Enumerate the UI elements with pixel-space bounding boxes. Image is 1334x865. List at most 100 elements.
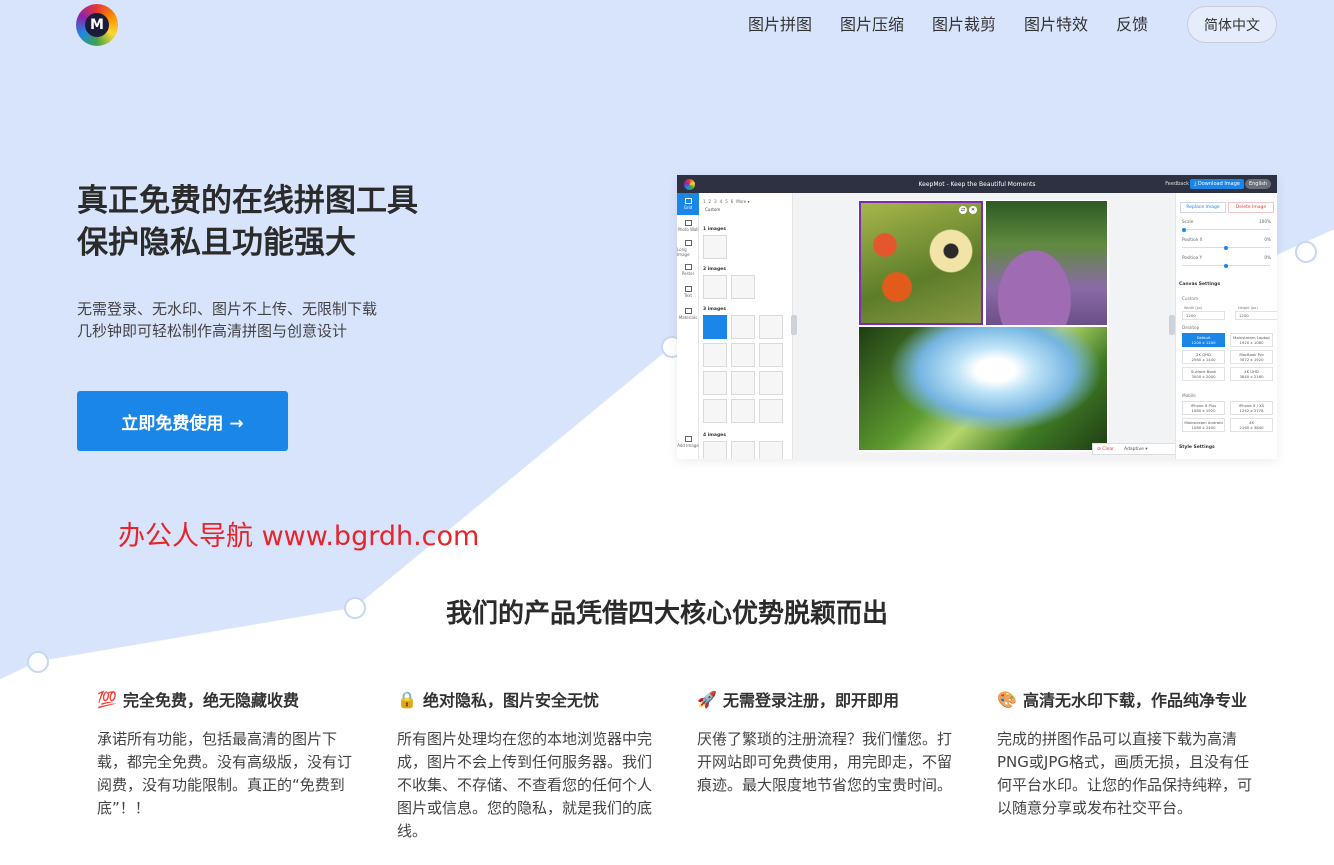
layout-tile [703, 399, 727, 423]
position-x-label: Position X [1182, 237, 1203, 242]
feature-card-no-login: 🚀 无需登录注册，即开即用 厌倦了繁琐的注册流程？我们懂您。打开网站即可免费使用… [697, 686, 967, 797]
features-heading: 我们的产品凭借四大核心优势脱颖而出 [445, 599, 888, 629]
tool-text: Text [677, 281, 699, 303]
grid-icon [684, 198, 692, 204]
collage-photo-flowers [986, 201, 1107, 325]
collage-photo-butterfly: ⇄ ✕ [859, 201, 983, 325]
layout-tile [759, 371, 783, 395]
feature-description: 所有图片处理均在您的本地浏览器中完成，图片不会上传到任何服务器。我们不收集、不存… [397, 730, 653, 840]
feature-card-hd-download: 🎨 高清无水印下载，作品纯净专业 完成的拼图作品可以直接下载为高清PNG或JPG… [997, 686, 1267, 820]
layout-tile [731, 343, 755, 367]
app-feedback-link: Feedback [1165, 181, 1189, 187]
layout-tile [703, 235, 727, 259]
replace-image-button: Replace Image [1180, 202, 1226, 213]
app-toolbar: Grid Photo Wall Long Image Poster Text M… [677, 193, 699, 459]
feature-description: 完成的拼图作品可以直接下载为高清PNG或JPG格式，画质无损，且没有任何平台水印… [997, 730, 1253, 817]
app-download-button: ⤓ Download Image [1190, 179, 1244, 189]
style-settings-heading: Style Settings [1179, 445, 1215, 450]
adaptive-select: Adaptive ▾ [1123, 446, 1148, 452]
clear-button: ⊘ Clear [1097, 446, 1114, 452]
feature-title: 完全免费，绝无隐藏收费 [123, 691, 300, 710]
count-tab: 5 [725, 199, 728, 204]
canvas-bottom-bar: ⊘ Clear Adaptive ▾ [1092, 443, 1177, 455]
nav-feedback[interactable]: 反馈 [1116, 14, 1148, 36]
hero-title-line1: 真正免费的在线拼图工具 [77, 183, 418, 219]
settings-panel: Replace Image Delete Image Scale 100% Po… [1175, 193, 1277, 459]
layout-tile [731, 275, 755, 299]
add-image-icon [684, 436, 692, 442]
nav-collage[interactable]: 图片拼图 [748, 14, 812, 36]
feature-heading: 🚀 无需登录注册，即开即用 [697, 686, 967, 712]
width-label: Width (px) [1184, 306, 1203, 310]
layout-tile [759, 315, 783, 339]
site-logo[interactable]: M [76, 4, 118, 46]
panel-collapse-handle [791, 315, 797, 335]
poster-icon [684, 264, 692, 270]
layout-panel: 1 2 3 4 5 6 More ▾ Custom 1 images 2 ima… [699, 193, 793, 459]
tool-label: Grid [683, 205, 693, 210]
nav-effects[interactable]: 图片特效 [1024, 14, 1088, 36]
layout-tile [703, 275, 727, 299]
position-x-value: 0% [1264, 237, 1271, 242]
mobile-label: Mobile [1182, 393, 1196, 398]
layout-tile [703, 371, 727, 395]
height-input: 1200 [1235, 311, 1277, 320]
slider-thumb [1182, 227, 1186, 232]
feature-description: 厌倦了繁琐的注册流程？我们懂您。打开网站即可免费使用，用完即走，不留痕迹。最大限… [697, 730, 953, 794]
start-free-button[interactable]: 立即免费使用 → [77, 391, 288, 451]
layout-tile [731, 441, 755, 459]
section-2-images: 2 images [703, 267, 726, 272]
position-y-slider [1182, 263, 1270, 268]
preset-option: Mainstream Android 1080 x 2400 [1182, 418, 1225, 432]
rocket-icon: 🚀 [697, 689, 717, 709]
materials-icon [684, 308, 692, 314]
tool-poster: Poster [677, 259, 699, 281]
nav-compress[interactable]: 图片压缩 [840, 14, 904, 36]
photo-controls: ⇄ ✕ [959, 206, 977, 214]
tool-long-image: Long Image [677, 237, 699, 259]
tool-materials: Materials [677, 303, 699, 325]
count-tab: 3 [714, 199, 717, 204]
long-image-icon [684, 239, 692, 246]
decor-dot [1295, 241, 1317, 263]
canvas-settings-heading: Canvas Settings [1179, 282, 1220, 287]
slider-thumb [1224, 245, 1228, 250]
tool-label: Materials [678, 315, 698, 320]
text-icon [684, 286, 692, 292]
top-nav: 图片拼图 图片压缩 图片裁剪 图片特效 反馈 [748, 14, 1148, 36]
preset-size: 1080 x 2400 [1191, 425, 1216, 430]
count-tab: 1 [703, 199, 706, 204]
preset-size: 2160 x 3840 [1239, 425, 1264, 430]
preset-option: MacBook Pro 3072 x 1920 [1230, 350, 1273, 364]
nav-crop[interactable]: 图片裁剪 [932, 14, 996, 36]
language-button[interactable]: 简体中文 [1187, 6, 1277, 43]
layout-tile-selected [703, 315, 727, 339]
hero-subtitle: 无需登录、无水印、图片不上传、无限制下载 几秒钟即可轻松制作高清拼图与创意设计 [77, 298, 377, 342]
layout-tile [703, 441, 727, 459]
custom-label: Custom [1182, 296, 1199, 301]
layout-tile [731, 371, 755, 395]
preset-option: 4K UHD 3840 x 2160 [1230, 367, 1273, 381]
preset-option: 2K QHD 2560 x 1440 [1182, 350, 1225, 364]
desktop-label: Desktop [1182, 325, 1200, 330]
tool-grid: Grid [677, 193, 699, 215]
decor-dot [27, 651, 49, 673]
section-3-images: 3 images [703, 307, 726, 312]
count-tab: 6 [730, 199, 734, 204]
feature-heading: 💯 完全免费，绝无隐藏收费 [97, 686, 367, 712]
preset-size: 1080 x 1920 [1191, 408, 1216, 413]
preset-size: 3840 x 2160 [1239, 374, 1264, 379]
feature-card-privacy: 🔒 绝对隐私，图片安全无忧 所有图片处理均在您的本地浏览器中完成，图片不会上传到… [397, 686, 667, 843]
photo-wall-icon [684, 220, 692, 226]
count-tab: 2 [708, 199, 712, 204]
collage-photo-trees [859, 327, 1107, 450]
tool-label: Text [683, 293, 693, 298]
app-titlebar: KeepMot - Keep the Beautiful Moments Fee… [677, 175, 1277, 193]
feature-heading: 🔒 绝对隐私，图片安全无忧 [397, 686, 667, 712]
hero-title-line2: 保护隐私且功能强大 [77, 225, 356, 261]
scale-label: Scale [1182, 219, 1194, 224]
scale-value: 100% [1259, 219, 1271, 224]
layout-tile [731, 315, 755, 339]
preset-size: 2560 x 1440 [1191, 357, 1216, 362]
layout-tile [731, 399, 755, 423]
